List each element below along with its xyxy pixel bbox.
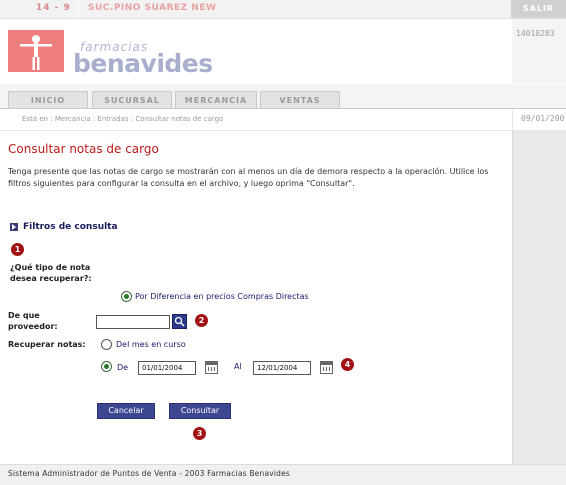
intro-text: Tenga presente que las notas de cargo se…	[8, 167, 489, 188]
month-option: Del mes en curso	[116, 340, 186, 349]
consult-button[interactable]: Consultar	[169, 403, 231, 419]
supplier-label: De que proveedor:	[8, 311, 58, 331]
top-bar-divider	[78, 0, 79, 18]
date-from-input[interactable]: 01/01/2004	[138, 361, 196, 375]
page-title: Consultar notas de cargo	[8, 142, 159, 156]
tab-mercancia[interactable]: MERCANCÍA	[175, 91, 257, 109]
date-to-input[interactable]: 12/01/2004	[253, 361, 311, 375]
to-label: Al	[234, 362, 242, 371]
step-badge-4: 4	[341, 358, 354, 371]
month-radio[interactable]	[101, 339, 112, 350]
note-type-radio[interactable]	[121, 291, 132, 302]
tab-inicio[interactable]: INICIO	[8, 91, 88, 109]
date-range-radio[interactable]	[101, 361, 112, 372]
logo-figure-icon	[8, 30, 64, 72]
step-badge-2: 2	[195, 314, 208, 327]
tab-sucursal[interactable]: SUCURSAL	[92, 91, 172, 109]
from-label: De	[117, 363, 129, 372]
session-id: 14018283	[516, 29, 555, 38]
logo-text-large: benavides	[73, 49, 213, 78]
section-arrow-icon	[10, 223, 18, 231]
current-date: 09/01/200	[521, 114, 565, 123]
section-title: Filtros de consulta	[23, 222, 118, 232]
step-badge-1: 1	[11, 243, 24, 256]
breadcrumb: Está en : Mercancía : Entradas : Consult…	[22, 115, 224, 123]
supplier-input[interactable]	[96, 315, 170, 329]
footer-text: Sistema Administrador de Puntos de Venta…	[8, 469, 291, 478]
calendar-from-icon[interactable]	[205, 361, 218, 374]
store-name: SUC.PINO SUAREZ NEW	[88, 3, 217, 13]
recover-label: Recuperar notas:	[8, 340, 86, 349]
right-column	[512, 131, 566, 464]
exit-button[interactable]: SALIR	[511, 0, 566, 18]
store-number: 14 - 9	[36, 3, 71, 13]
tab-ventas[interactable]: VENTAS	[260, 91, 340, 109]
note-type-option: Por Diferencia en precios Compras Direct…	[135, 292, 309, 301]
note-type-label: ¿Qué tipo de nota desea recuperar?:	[10, 263, 92, 283]
calendar-to-icon[interactable]	[320, 361, 333, 374]
cancel-button[interactable]: Cancelar	[97, 403, 155, 419]
top-bar	[0, 0, 566, 19]
step-badge-3: 3	[193, 427, 206, 440]
search-icon[interactable]	[172, 314, 187, 329]
